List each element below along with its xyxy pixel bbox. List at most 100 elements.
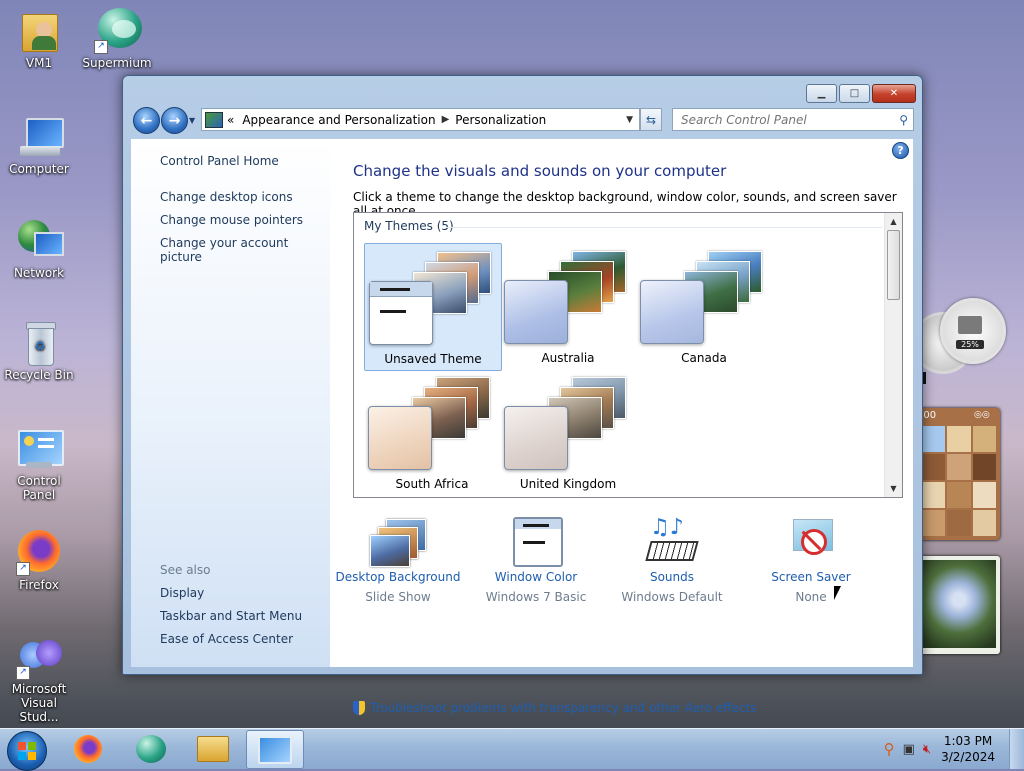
screen-saver-link[interactable]: Screen Saver [746, 570, 876, 584]
desktop-background-setting[interactable]: Desktop Background Slide Show [333, 517, 463, 604]
search-input[interactable] [679, 111, 893, 128]
screen-saver-setting[interactable]: Screen Saver None [746, 517, 876, 604]
network-tray-icon[interactable]: ▣ [903, 742, 915, 757]
address-bar[interactable]: « Appearance and Personalization ▶ Perso… [201, 108, 640, 131]
search-tray-icon[interactable]: ⚲ [884, 740, 895, 758]
desktop-background-link[interactable]: Desktop Background [333, 570, 463, 584]
desktop-icon-network[interactable]: Network [0, 218, 78, 280]
change-account-picture-link[interactable]: Change your account picture [160, 236, 330, 264]
theme-south-africa[interactable]: South Africa [364, 369, 500, 495]
window-color-value: Windows 7 Basic [485, 590, 587, 604]
taskbar-start-menu-link[interactable]: Taskbar and Start Menu [160, 609, 302, 623]
address-overflow[interactable]: « [227, 113, 234, 127]
control-panel-home-link[interactable]: Control Panel Home [160, 154, 279, 168]
theme-unsaved[interactable]: Unsaved Theme [364, 243, 502, 371]
sounds-icon: ♫♪ [644, 517, 700, 567]
taskbar-firefox[interactable] [60, 730, 116, 767]
desktop-icon-label: Firefox [19, 578, 59, 592]
theme-label: United Kingdom [519, 477, 617, 491]
breadcrumb-personalization[interactable]: Personalization [455, 113, 546, 127]
desktop-icon-computer[interactable]: Computer [0, 114, 78, 176]
taskbar: ⚲ ▣ 🔇︎ 1:03 PM 3/2/2024 [0, 728, 1024, 771]
page-title: Change the visuals and sounds on your co… [353, 162, 727, 180]
folder-user-icon [16, 8, 62, 54]
theme-australia[interactable]: Australia [500, 243, 636, 369]
refresh-button[interactable]: ⇆ [640, 108, 662, 131]
help-icon[interactable]: ? [892, 142, 909, 159]
theme-color-swatch [504, 280, 568, 344]
control-panel-icon [258, 735, 292, 764]
show-desktop-button[interactable] [1009, 729, 1024, 769]
ease-of-access-link[interactable]: Ease of Access Center [160, 632, 293, 646]
theme-label: Canada [681, 351, 727, 365]
clock-time: 1:03 PM [943, 734, 993, 748]
clock[interactable]: 1:03 PM 3/2/2024 [941, 733, 995, 765]
start-button[interactable] [7, 731, 47, 771]
my-themes-group-header[interactable]: My Themes (5) [364, 219, 454, 233]
shield-icon [353, 701, 365, 715]
shortcut-arrow-icon: ↗ [16, 666, 30, 680]
search-box[interactable]: ⚲ [672, 108, 914, 131]
system-tray: ⚲ ▣ 🔇︎ 1:03 PM 3/2/2024 [884, 729, 1024, 769]
taskbar-explorer[interactable] [185, 730, 241, 767]
desktop-icon-label: Computer [9, 162, 69, 176]
address-dropdown-icon[interactable]: ▼ [626, 115, 633, 125]
visual-studio-icon: ↗ [16, 634, 62, 680]
change-mouse-pointers-link[interactable]: Change mouse pointers [160, 213, 303, 227]
desktop-background-value: Slide Show [365, 590, 431, 604]
desktop-icon-firefox[interactable]: ↗ Firefox [0, 530, 78, 592]
desktop-icon-label: Recycle Bin [4, 368, 74, 382]
close-button[interactable]: ✕ [872, 84, 916, 103]
shortcut-arrow-icon: ↗ [94, 40, 108, 54]
window-color-setting[interactable]: Window Color Windows 7 Basic [471, 517, 601, 604]
theme-united-kingdom[interactable]: United Kingdom [500, 369, 636, 495]
desktop-icon-label: Microsoft Visual Stud... [11, 682, 67, 724]
desktop-icon-label: Supermium [82, 56, 152, 70]
navigation-bar: ← → ▼ « Appearance and Personalization ▶… [131, 106, 914, 134]
supermium-icon [136, 734, 166, 763]
taskbar-supermium[interactable] [123, 730, 179, 767]
breadcrumb-separator-icon[interactable]: ▶ [442, 114, 450, 125]
computer-icon [16, 114, 64, 160]
clock-date: 3/2/2024 [941, 750, 995, 764]
theme-canada[interactable]: Canada [636, 243, 772, 369]
troubleshoot-aero-link[interactable]: Troubleshoot problems with transparency … [370, 701, 757, 715]
theme-label: South Africa [395, 477, 469, 491]
display-link[interactable]: Display [160, 586, 204, 600]
theme-list-scrollbar[interactable]: ▲ ▼ [884, 213, 902, 497]
maximize-button[interactable]: □ [839, 84, 870, 103]
minimize-button[interactable]: ▁ [806, 84, 837, 103]
back-button[interactable]: ← [133, 107, 160, 134]
scroll-down-icon[interactable]: ▼ [885, 480, 902, 497]
scroll-thumb[interactable] [887, 230, 900, 300]
personalization-window: ▁ □ ✕ ← → ▼ « Appearance and Personaliza… [122, 75, 923, 715]
theme-label: Unsaved Theme [384, 352, 482, 366]
screen-saver-value: None [795, 590, 827, 604]
desktop-icon-visual-studio[interactable]: ↗ Microsoft Visual Stud... [0, 634, 78, 724]
cpu-meter-gadget[interactable]: 25% [912, 298, 1006, 388]
desktop-icon-supermium[interactable]: ↗ Supermium [78, 8, 156, 70]
volume-muted-icon[interactable]: 🔇︎ [923, 742, 931, 757]
picture-puzzle-gadget[interactable]: :00 ◎◎ [918, 408, 1000, 540]
theme-list[interactable]: My Themes (5) Unsaved Theme Australia Ca… [353, 212, 903, 498]
recent-pages-chevron-icon[interactable]: ▼ [189, 116, 197, 125]
desktop-icon-vm1[interactable]: VM1 [0, 8, 78, 70]
control-panel-small-icon [205, 111, 223, 128]
sounds-setting[interactable]: ♫♪ Sounds Windows Default [607, 517, 737, 605]
taskbar-control-panel[interactable] [246, 730, 304, 769]
forward-button[interactable]: → [161, 107, 188, 134]
left-task-pane: Control Panel Home Change desktop icons … [131, 139, 330, 667]
change-desktop-icons-link[interactable]: Change desktop icons [160, 190, 293, 204]
theme-color-swatch [504, 406, 568, 470]
firefox-icon [74, 734, 102, 763]
supermium-icon: ↗ [94, 8, 142, 54]
slideshow-gadget[interactable] [918, 556, 1000, 654]
search-icon[interactable]: ⚲ [899, 113, 908, 127]
scroll-up-icon[interactable]: ▲ [885, 213, 902, 230]
window-color-link[interactable]: Window Color [471, 570, 601, 584]
main-content: ? Change the visuals and sounds on your … [330, 139, 913, 715]
breadcrumb-appearance[interactable]: Appearance and Personalization [242, 113, 435, 127]
desktop-icon-recycle-bin[interactable]: ♻ Recycle Bin [0, 320, 78, 382]
sounds-link[interactable]: Sounds [607, 570, 737, 584]
desktop-icon-control-panel[interactable]: Control Panel [0, 426, 78, 502]
